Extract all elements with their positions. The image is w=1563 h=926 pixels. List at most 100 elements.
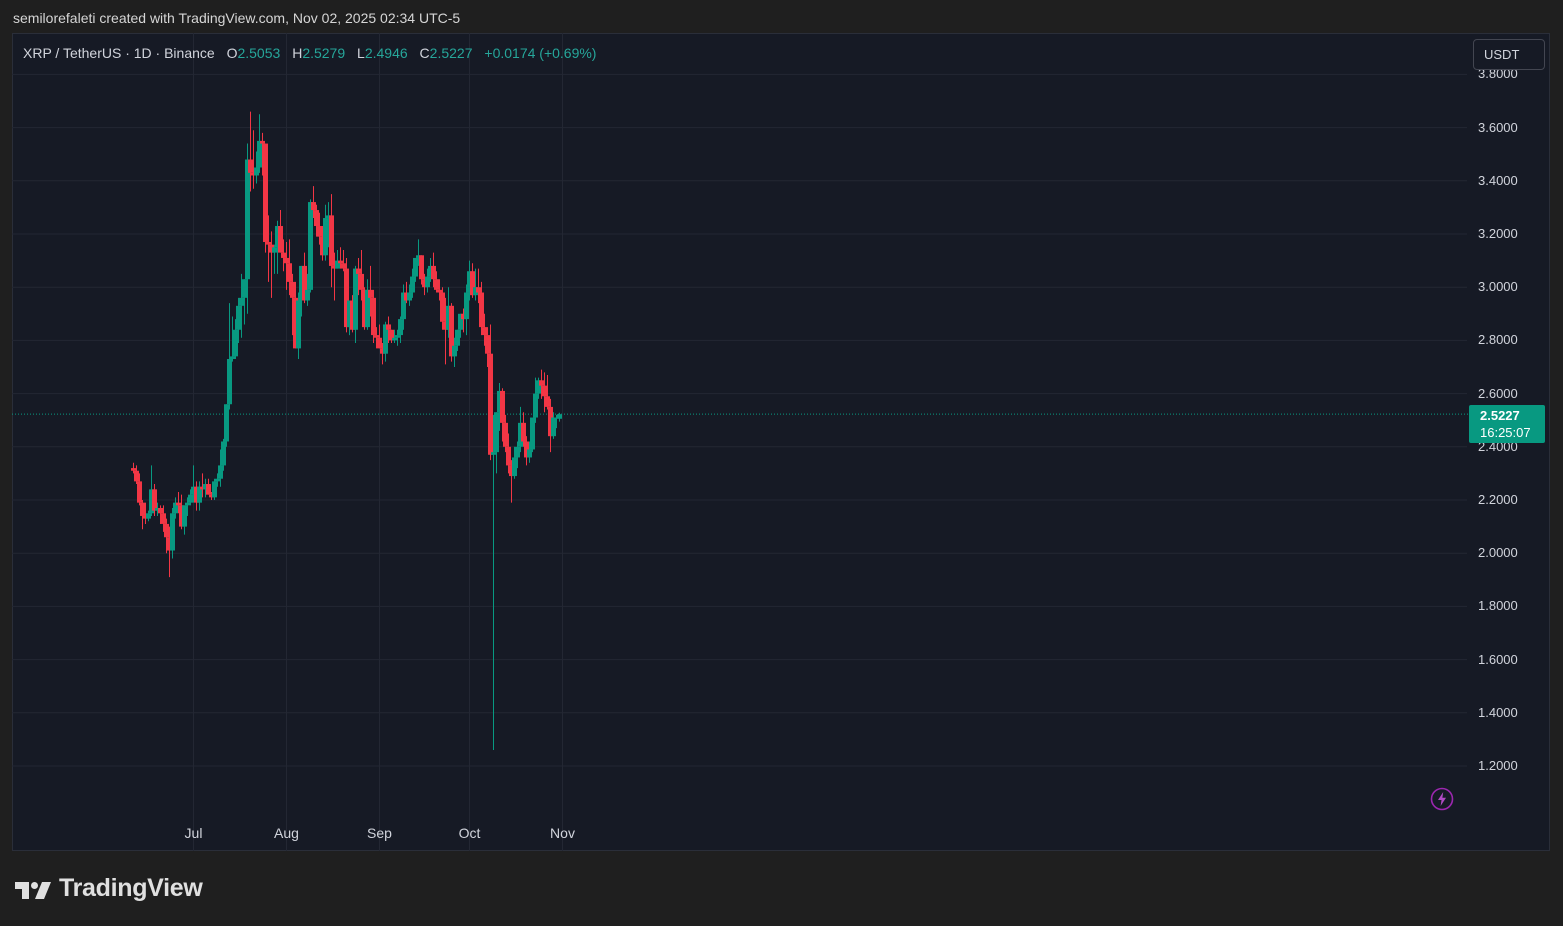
candle-body bbox=[206, 484, 211, 495]
candle[interactable] bbox=[389, 329, 394, 344]
candle-body bbox=[407, 292, 412, 301]
time-tick-label: Nov bbox=[550, 825, 575, 841]
last-price-tag: 2.5227 16:25:07 bbox=[1469, 405, 1545, 443]
lightning-icon[interactable] bbox=[1430, 787, 1454, 811]
symbol-label[interactable]: XRP / TetherUS · 1D · Binance bbox=[23, 45, 215, 61]
candle-body bbox=[317, 226, 322, 237]
price-tick-label: 1.8000 bbox=[1478, 598, 1518, 614]
price-tick-label: 3.2000 bbox=[1478, 226, 1518, 241]
candle-body bbox=[248, 159, 253, 173]
candle[interactable] bbox=[353, 265, 358, 344]
candle-body bbox=[482, 327, 487, 336]
candle-body bbox=[551, 417, 556, 437]
candle-body bbox=[419, 255, 424, 280]
open-value: 2.5053 bbox=[237, 45, 281, 61]
candle[interactable] bbox=[140, 500, 145, 530]
candle[interactable] bbox=[212, 478, 217, 500]
low-label: L bbox=[357, 45, 365, 61]
candle-body bbox=[218, 465, 223, 479]
candle-body bbox=[290, 281, 295, 298]
candle-body bbox=[287, 263, 292, 282]
candle-body bbox=[479, 292, 484, 328]
high-label: H bbox=[292, 45, 303, 61]
candle[interactable] bbox=[182, 505, 187, 535]
candle-body bbox=[539, 380, 544, 386]
candle-body bbox=[137, 481, 142, 503]
candle[interactable] bbox=[170, 507, 175, 559]
candle[interactable] bbox=[197, 481, 202, 511]
candle-body bbox=[530, 417, 535, 450]
candle-body bbox=[542, 385, 547, 397]
candle-body bbox=[263, 143, 268, 242]
high-value: 2.5279 bbox=[302, 45, 346, 61]
candle-body bbox=[434, 279, 439, 290]
candle-body bbox=[323, 218, 328, 256]
candle-body bbox=[464, 292, 469, 320]
candle-body bbox=[413, 257, 418, 277]
candlestick-chart[interactable] bbox=[12, 33, 1550, 851]
candle-body bbox=[146, 513, 151, 519]
candle[interactable] bbox=[398, 316, 403, 344]
candle-body bbox=[488, 353, 493, 455]
candle-body bbox=[242, 279, 247, 298]
candle-body bbox=[308, 202, 313, 290]
last-price-value: 2.5227 bbox=[1480, 408, 1520, 423]
candle-body bbox=[272, 247, 277, 253]
time-tick-label: Sep bbox=[367, 825, 392, 841]
candle[interactable] bbox=[494, 412, 499, 474]
candle[interactable] bbox=[335, 249, 340, 269]
candle-body bbox=[212, 481, 217, 498]
candle[interactable] bbox=[269, 231, 274, 298]
candle-body bbox=[284, 257, 289, 264]
candle[interactable] bbox=[530, 417, 535, 453]
candle-body bbox=[188, 494, 193, 503]
candle-body bbox=[485, 335, 490, 354]
candle-body bbox=[221, 441, 226, 466]
candle-body bbox=[356, 268, 361, 274]
time-tick-label: Oct bbox=[458, 825, 481, 841]
tradingview-wordmark: TradingView bbox=[59, 874, 203, 902]
candle[interactable] bbox=[224, 404, 229, 447]
tradingview-logo[interactable]: TradingView bbox=[15, 874, 203, 903]
candle-body bbox=[311, 202, 316, 211]
candle-body bbox=[371, 297, 376, 336]
candle-body bbox=[170, 513, 175, 551]
candle[interactable] bbox=[491, 414, 496, 751]
candle-body bbox=[314, 210, 319, 227]
candle[interactable] bbox=[206, 478, 211, 495]
price-tick-label: 2.8000 bbox=[1478, 332, 1518, 348]
candle-body bbox=[392, 337, 397, 341]
candle[interactable] bbox=[263, 143, 268, 253]
candle-body bbox=[452, 345, 457, 357]
low-value: 2.4946 bbox=[364, 45, 408, 61]
candle-body bbox=[233, 329, 238, 357]
candle-body bbox=[410, 276, 415, 293]
price-tick-label: 3.6000 bbox=[1478, 119, 1518, 135]
candle-body bbox=[521, 422, 526, 442]
candle[interactable] bbox=[308, 199, 313, 293]
candle-body bbox=[500, 390, 505, 423]
candle-body bbox=[440, 292, 445, 322]
time-tick-label: Jul bbox=[184, 825, 203, 841]
chart-credit: semilorefaleti created with TradingView.… bbox=[13, 10, 461, 26]
currency-button[interactable]: USDT bbox=[1473, 39, 1545, 70]
close-label: C bbox=[419, 45, 430, 61]
candle-body bbox=[512, 457, 517, 477]
candle-body bbox=[437, 289, 442, 293]
candle-body bbox=[533, 393, 538, 418]
candle-body bbox=[359, 273, 364, 290]
candle-body bbox=[545, 396, 550, 407]
candle[interactable] bbox=[323, 204, 328, 261]
candle-body bbox=[527, 449, 532, 458]
price-tick-label: 3.0000 bbox=[1478, 279, 1518, 295]
candle-body bbox=[239, 297, 244, 306]
candle-body bbox=[296, 300, 301, 349]
candle[interactable] bbox=[278, 210, 283, 253]
candle[interactable] bbox=[329, 194, 334, 288]
candle-body bbox=[260, 140, 265, 144]
price-tick-label: 1.4000 bbox=[1478, 704, 1518, 720]
candle[interactable] bbox=[272, 244, 277, 274]
candle-body bbox=[134, 470, 139, 482]
candle[interactable] bbox=[296, 292, 301, 360]
price-tick-label: 1.2000 bbox=[1478, 758, 1518, 773]
